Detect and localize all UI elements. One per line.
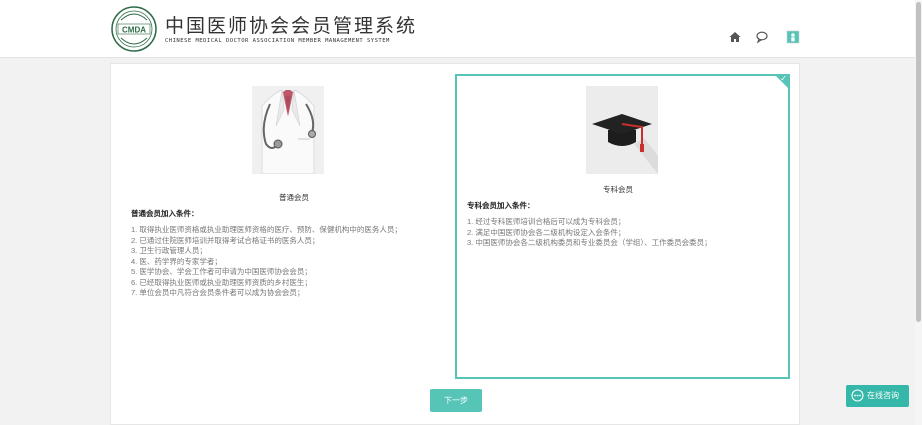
next-step-button[interactable]: 下一步 — [430, 389, 482, 412]
doctor-coat-image — [252, 86, 324, 174]
scrollbar-thumb[interactable] — [916, 2, 921, 322]
list-item: 4. 医、药学界的专家学者； — [131, 256, 222, 266]
header: CMDA 中国医师协会会员管理系统 CHINESE MEDICAL DOCTOR… — [0, 0, 922, 58]
graduation-cap-image — [586, 86, 658, 174]
chat-bubble-icon — [851, 389, 864, 402]
comment-icon[interactable] — [755, 30, 769, 44]
list-item: 2. 满足中国医师协会各二级机构设定入会条件； — [467, 227, 626, 237]
system-subtitle: CHINESE MEDICAL DOCTOR ASSOCIATION MEMBE… — [165, 38, 390, 44]
list-item: 5. 医学协会、学会工作者可申请为中国医师协会会员； — [131, 267, 312, 276]
membership-selection-panel: 普通会员 普通会员加入条件： 1. 取得执业医师资格或执业助理医师资格的医疗、预… — [110, 63, 800, 425]
card-title: 专科会员 — [603, 185, 633, 194]
logo-text: CMDA — [122, 25, 146, 34]
home-icon[interactable] — [728, 30, 742, 44]
card-specialist-member[interactable]: ✓ 专科会员 专科会员加入条件： 1. 经过专科医师培训合格后可以成为专科会员；… — [455, 74, 790, 379]
user-icon[interactable] — [786, 30, 800, 44]
list-item: 1. 取得执业医师资格或执业助理医师资格的医疗、预防、保健机构中的医务人员； — [131, 225, 402, 234]
list-item: 3. 卫生行政管理人员； — [131, 246, 207, 255]
list-item: 1. 经过专科医师培训合格后可以成为专科会员； — [467, 217, 626, 226]
conditions-title: 普通会员加入条件： — [131, 209, 199, 218]
conditions-title: 专科会员加入条件： — [467, 201, 535, 210]
online-consult-button[interactable]: 在线咨询 — [846, 385, 909, 407]
check-icon: ✓ — [780, 74, 787, 83]
conditions-list: 1. 经过专科医师培训合格后可以成为专科会员； 2. 满足中国医师协会各二级机构… — [467, 217, 782, 249]
card-title: 普通会员 — [279, 193, 309, 202]
list-item: 7. 单位会员中凡符合会员条件者可以成为协会会员； — [131, 288, 305, 297]
list-item: 6. 已经取得执业医师或执业助理医师资质的乡村医生； — [131, 277, 312, 287]
conditions-list: 1. 取得执业医师资格或执业助理医师资格的医疗、预防、保健机构中的医务人员； 2… — [131, 225, 431, 299]
system-title: 中国医师协会会员管理系统 — [165, 15, 418, 37]
list-item: 3. 中国医师协会各二级机构委员和专业委员会（学组）、工作委员会委员； — [467, 238, 712, 247]
cmda-logo: CMDA — [111, 6, 157, 52]
chat-label: 在线咨询 — [867, 391, 899, 400]
list-item: 2. 已通过住院医师培训并取得考试合格证书的医务人员； — [131, 235, 320, 245]
card-regular-member[interactable]: 普通会员 普通会员加入条件： 1. 取得执业医师资格或执业助理医师资格的医疗、预… — [121, 74, 451, 379]
